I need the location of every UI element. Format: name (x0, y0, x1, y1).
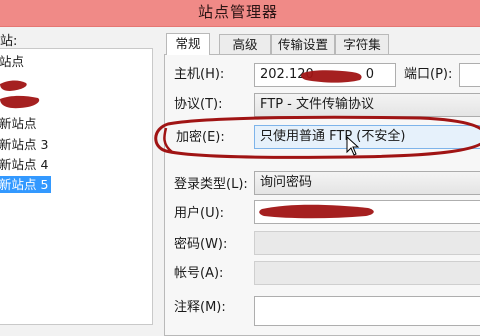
site-tree-item[interactable]: 新站点 3 (0, 136, 51, 153)
port-input[interactable] (459, 63, 480, 87)
encryption-label: 加密(E): (176, 130, 225, 145)
protocol-label: 协议(T): (174, 97, 223, 112)
title-bar: 站点管理器 (0, 0, 480, 27)
host-value: 202.120 (260, 67, 314, 82)
tab-general[interactable]: 常规 (166, 33, 210, 55)
password-label: 密码(W): (174, 237, 228, 252)
tab-transfer-settings[interactable]: 传输设置 (271, 34, 335, 54)
site-tree-item[interactable] (0, 74, 42, 91)
logon-type-label: 登录类型(L): (174, 177, 248, 192)
account-input[interactable] (254, 261, 480, 285)
site-tree-item[interactable]: 新站点 (0, 115, 40, 132)
host-input[interactable]: 202.120 0 (254, 63, 396, 87)
password-input[interactable] (254, 231, 480, 255)
site-tree[interactable]: 站点 新站点 新站点 3 新站点 4 新站点 5 (0, 48, 153, 325)
site-tree-header: 站: (0, 34, 18, 49)
site-tree-item-selected[interactable]: 新站点 5 (0, 176, 52, 193)
port-label: 端口(P): (404, 67, 453, 82)
tab-advanced[interactable]: 高级 (219, 34, 271, 54)
window-title: 站点管理器 (198, 3, 279, 21)
user-input[interactable] (254, 200, 480, 224)
site-tree-item[interactable]: 新站点 4 (0, 156, 51, 173)
site-tree-item[interactable]: 站点 (0, 53, 27, 70)
logon-type-select[interactable]: 询问密码 (254, 171, 480, 195)
host-value-suffix: 0 (365, 67, 375, 82)
encryption-select[interactable]: 只使用普通 FTP (不安全) (254, 125, 480, 149)
user-label: 用户(U): (174, 206, 225, 221)
host-label: 主机(H): (174, 67, 225, 82)
mouse-pointer-icon (346, 136, 360, 156)
comments-label: 注释(M): (174, 300, 226, 315)
comments-textarea[interactable] (254, 296, 480, 326)
tab-charset[interactable]: 字符集 (335, 34, 389, 54)
site-tree-item[interactable] (0, 94, 42, 111)
account-label: 帐号(A): (174, 266, 224, 281)
protocol-select[interactable]: FTP - 文件传输协议 (254, 93, 480, 117)
